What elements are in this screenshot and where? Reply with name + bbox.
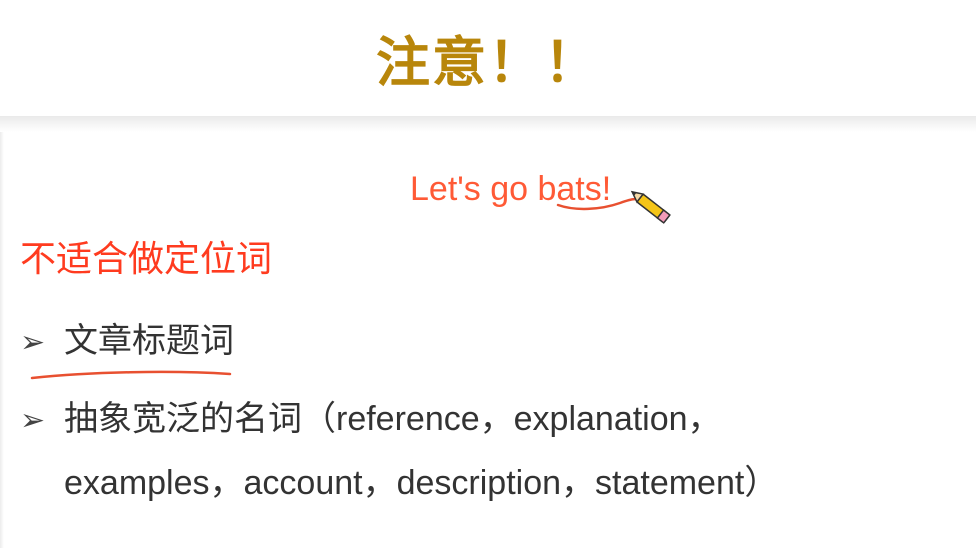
pen-annotation-layer [30, 190, 671, 380]
underline-mark-bats [556, 197, 648, 211]
pencil-cursor-icon [630, 190, 671, 224]
underline-mark-bullet-1 [30, 370, 232, 380]
